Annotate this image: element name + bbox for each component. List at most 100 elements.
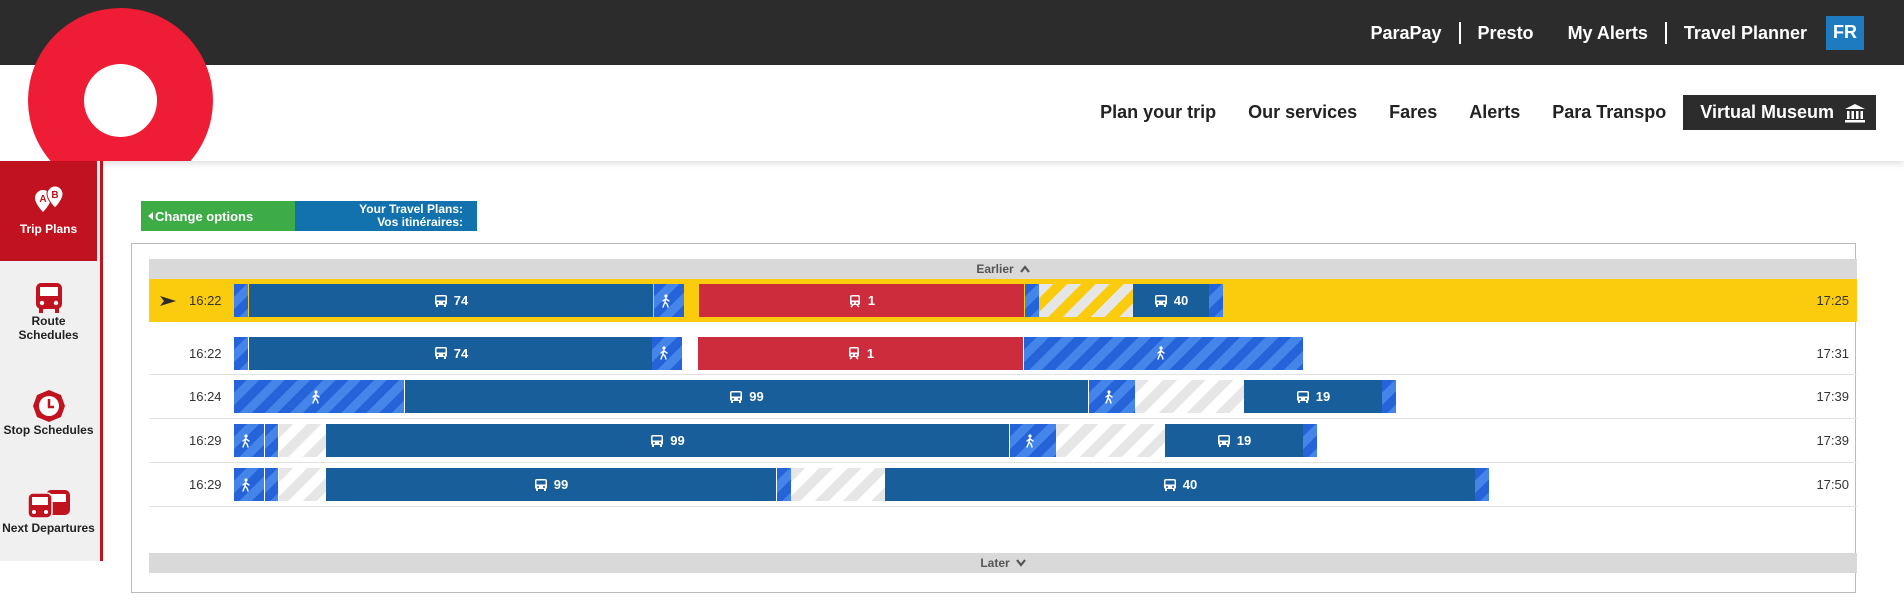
bus-icon [1154, 294, 1167, 307]
arrive-time: 17:50 [1816, 477, 1849, 492]
walk-leg[interactable] [1024, 336, 1303, 370]
bus-leg[interactable]: 40 [885, 468, 1475, 501]
train-icon [849, 294, 860, 308]
walk-leg[interactable] [265, 468, 278, 501]
wait-segment [279, 468, 326, 501]
caret-left-icon [148, 212, 153, 220]
language-toggle-button[interactable]: FR [1826, 15, 1864, 50]
bus-icon [434, 294, 447, 307]
nav-alerts[interactable]: Alerts [1469, 102, 1520, 123]
walk-icon [312, 389, 320, 404]
walk-leg[interactable] [234, 336, 248, 370]
nav-our-services[interactable]: Our services [1248, 102, 1357, 123]
sidebar-item-stop-schedules[interactable]: Stop Schedules [0, 383, 97, 443]
travel-plans-title-fr: Vos itinéraires: [377, 215, 463, 229]
wait-segment [791, 468, 885, 501]
bus-leg[interactable]: 19 [1244, 380, 1382, 413]
route-number: 40 [1182, 477, 1198, 492]
presto-link[interactable]: Presto [1458, 21, 1551, 44]
sidebar-label-stop-schedules: Stop Schedules [3, 423, 94, 437]
bus-leg[interactable]: 99 [405, 380, 1088, 413]
sidebar-item-route-schedules[interactable]: Route Schedules [0, 273, 97, 351]
bus-leg[interactable]: 74 [249, 336, 653, 370]
walk-leg[interactable] [1475, 468, 1489, 501]
depart-time: 16:29 [189, 433, 222, 448]
walk-leg[interactable] [1209, 284, 1223, 317]
bus-icon [534, 478, 547, 491]
virtual-museum-button[interactable]: Virtual Museum [1683, 95, 1876, 130]
bus-icon [1296, 390, 1309, 403]
walk-icon [242, 433, 250, 448]
logo-clip [0, 0, 240, 161]
utility-nav: ParaPay Presto My Alerts Travel Planner … [1353, 0, 1864, 65]
walk-leg[interactable] [234, 468, 264, 501]
svg-text:B: B [51, 190, 58, 201]
trip-row[interactable]: 16:24 99 19 17:39 [149, 375, 1857, 419]
route-number: 74 [453, 293, 469, 308]
earlier-button[interactable]: Earlier [149, 259, 1857, 279]
walk-icon [1156, 346, 1165, 360]
later-button[interactable]: Later [149, 553, 1857, 573]
nav-plan-your-trip[interactable]: Plan your trip [1100, 102, 1216, 123]
arrive-time: 17:39 [1816, 389, 1849, 404]
trip-row[interactable]: 16:22 74 1 17:31 [149, 332, 1857, 375]
route-number: 99 [749, 389, 764, 404]
walk-leg[interactable] [652, 336, 682, 370]
bus-leg[interactable]: 74 [249, 284, 653, 317]
walk-leg[interactable] [234, 284, 248, 317]
logo-hole [84, 64, 157, 137]
bus-icon [1217, 434, 1230, 447]
walk-leg[interactable] [1025, 284, 1039, 317]
route-number: 99 [670, 433, 685, 448]
walk-leg[interactable] [234, 380, 404, 413]
trip-row[interactable]: 16:22 74 1 40 17:25 [149, 279, 1857, 322]
nav-para-transpo[interactable]: Para Transpo [1552, 102, 1666, 123]
travel-planner-link[interactable]: Travel Planner [1664, 21, 1824, 44]
walk-icon [660, 346, 668, 360]
route-number: 99 [553, 477, 569, 492]
walk-leg[interactable] [777, 468, 791, 501]
arrive-time: 17:31 [1816, 345, 1849, 361]
ab-pins-icon: AB [34, 186, 64, 212]
wait-segment [1056, 424, 1165, 457]
route-number: 40 [1173, 293, 1189, 308]
bus-leg[interactable]: 99 [326, 424, 1009, 457]
trip-row[interactable]: 16:29 99 40 17:50 [149, 463, 1857, 507]
change-options-button[interactable]: Change options [141, 201, 295, 231]
parapay-link[interactable]: ParaPay [1353, 22, 1458, 44]
train-leg[interactable]: 1 [699, 284, 1024, 317]
depart-time: 16:22 [189, 293, 222, 308]
chevron-down-icon [1015, 559, 1026, 567]
sidebar-item-trip-plans[interactable]: AB Trip Plans [0, 161, 97, 261]
bus-icon [730, 390, 743, 403]
route-number: 1 [866, 345, 875, 361]
oc-transpo-logo[interactable] [28, 8, 213, 161]
arrive-time: 17:39 [1816, 433, 1849, 448]
planner-sidebar: AB Trip Plans Route Schedules Stop Sched… [0, 161, 103, 561]
walk-leg[interactable] [654, 284, 684, 317]
sidebar-item-next-departures[interactable]: Next Departures [0, 473, 97, 551]
train-icon [848, 347, 859, 360]
route-number: 74 [453, 345, 469, 361]
sidebar-label-trip-plans: Trip Plans [19, 222, 78, 236]
trip-row[interactable]: 16:29 99 19 17:39 [149, 419, 1857, 463]
walk-leg[interactable] [1089, 380, 1135, 413]
selected-arrow-icon [159, 279, 177, 322]
train-leg[interactable]: 1 [698, 336, 1023, 370]
my-alerts-link[interactable]: My Alerts [1551, 22, 1665, 44]
nav-fares[interactable]: Fares [1389, 102, 1437, 123]
walk-leg[interactable] [1382, 380, 1396, 413]
bus-leg[interactable]: 19 [1165, 424, 1303, 457]
wait-segment [1039, 284, 1133, 317]
trip-results-panel: Earlier 16:22 74 1 40 17:25 16:22 74 1 17:31 16:2… [131, 243, 1857, 593]
bus-leg[interactable]: 40 [1133, 284, 1209, 317]
walk-leg[interactable] [1303, 424, 1317, 457]
virtual-museum-label: Virtual Museum [1700, 102, 1834, 122]
bus-icon [35, 283, 62, 313]
arrive-time: 17:25 [1816, 293, 1849, 308]
walk-leg[interactable] [1010, 424, 1056, 457]
walk-leg[interactable] [234, 424, 264, 457]
walk-leg[interactable] [265, 424, 278, 457]
bus-leg[interactable]: 99 [326, 468, 776, 501]
walk-icon [1105, 389, 1113, 404]
